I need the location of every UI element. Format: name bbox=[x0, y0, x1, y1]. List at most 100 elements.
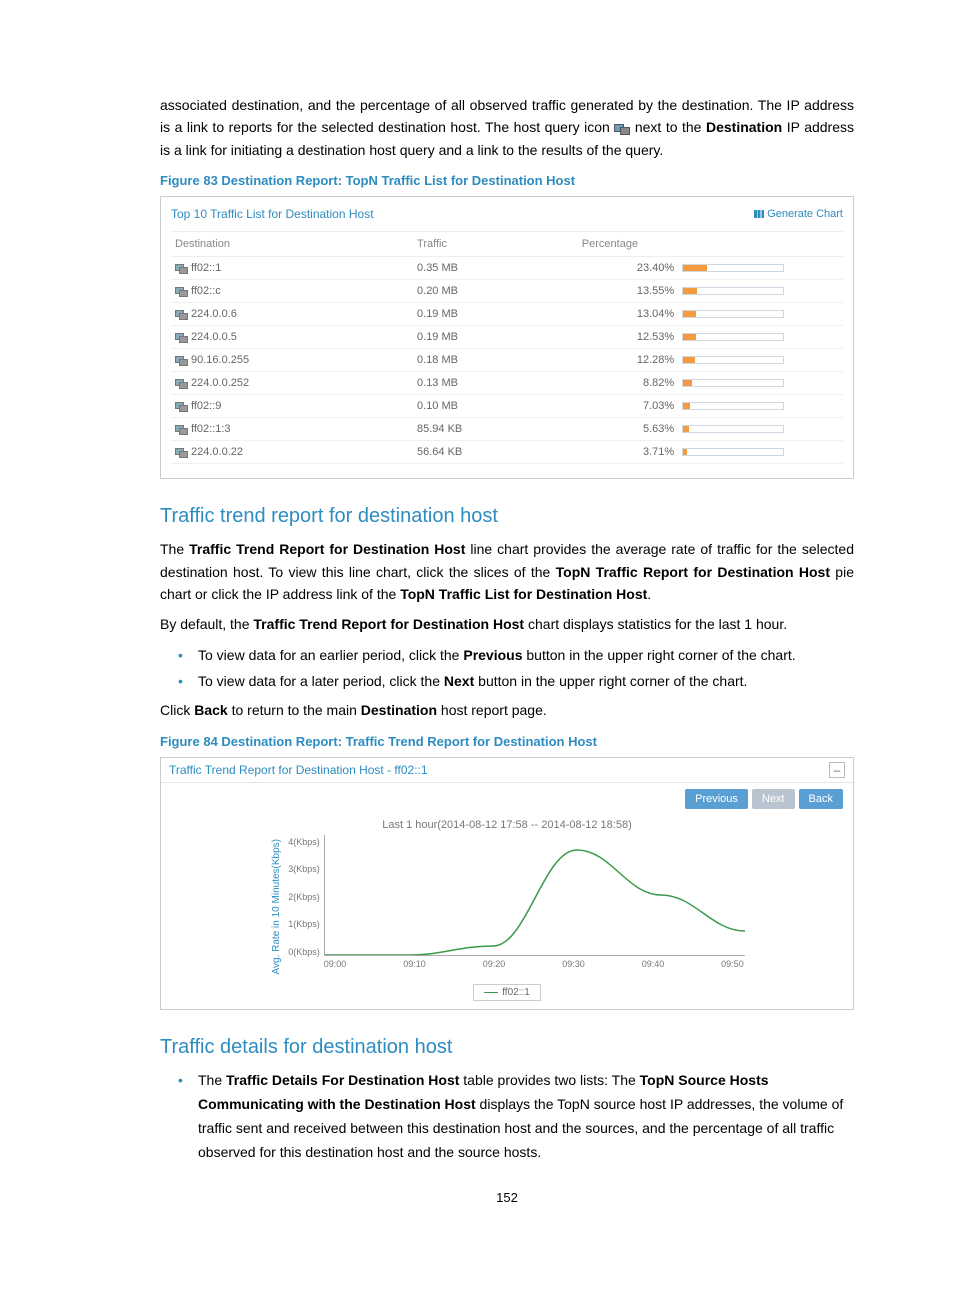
percentage-bar-cell bbox=[678, 280, 843, 303]
percentage-bar-track bbox=[682, 287, 784, 295]
table-row: 224.0.0.50.19 MB12.53% bbox=[171, 326, 843, 349]
traffic-cell: 0.19 MB bbox=[413, 326, 578, 349]
host-query-icon[interactable] bbox=[175, 402, 187, 411]
traffic-cell: 0.18 MB bbox=[413, 349, 578, 372]
host-query-icon[interactable] bbox=[175, 310, 187, 319]
destination-cell[interactable]: ff02::1 bbox=[171, 257, 413, 280]
chart-icon bbox=[754, 210, 764, 218]
percentage-bar-cell bbox=[678, 349, 843, 372]
destination-link[interactable]: 90.16.0.255 bbox=[191, 354, 249, 366]
percentage-bar-cell bbox=[678, 395, 843, 418]
ytick: 3(Kbps) bbox=[288, 864, 320, 874]
percentage-cell: 7.03% bbox=[578, 395, 678, 418]
destination-link[interactable]: 224.0.0.252 bbox=[191, 377, 249, 389]
destination-cell[interactable]: ff02::1:3 bbox=[171, 418, 413, 441]
destination-cell[interactable]: 90.16.0.255 bbox=[171, 349, 413, 372]
collapse-icon[interactable]: – bbox=[829, 762, 845, 778]
percentage-bar-track bbox=[682, 264, 784, 272]
percentage-bar-cell bbox=[678, 257, 843, 280]
percentage-bar-fill bbox=[683, 288, 697, 294]
generate-chart-link[interactable]: Generate Chart bbox=[754, 208, 843, 220]
traffic-cell: 56.64 KB bbox=[413, 441, 578, 464]
table-row: 224.0.0.252 0.13 MB8.82% bbox=[171, 372, 843, 395]
xtick: 09:50 bbox=[721, 959, 744, 969]
table-row: ff02::c0.20 MB13.55% bbox=[171, 280, 843, 303]
percentage-bar-track bbox=[682, 310, 784, 318]
traffic-cell: 0.13 MB bbox=[413, 372, 578, 395]
intro-bold-destination: Destination bbox=[706, 119, 782, 135]
percentage-bar-track bbox=[682, 425, 784, 433]
host-query-icon bbox=[614, 124, 630, 134]
heading-traffic-trend: Traffic trend report for destination hos… bbox=[160, 505, 854, 528]
table-row: ff02::1 0.35 MB23.40% bbox=[171, 257, 843, 280]
percentage-cell: 12.28% bbox=[578, 349, 678, 372]
table-row: 224.0.0.2256.64 KB3.71% bbox=[171, 441, 843, 464]
percentage-bar-track bbox=[682, 402, 784, 410]
table-row: ff02::1:385.94 KB5.63% bbox=[171, 418, 843, 441]
host-query-icon[interactable] bbox=[175, 448, 187, 457]
host-query-icon[interactable] bbox=[175, 264, 187, 273]
traffic-cell: 0.35 MB bbox=[413, 257, 578, 280]
traffic-list-table: Destination Traffic Percentage ff02::10.… bbox=[171, 231, 843, 464]
traffic-cell: 0.10 MB bbox=[413, 395, 578, 418]
chart-line bbox=[325, 835, 745, 955]
figure-84-panel: Traffic Trend Report for Destination Hos… bbox=[160, 757, 854, 1010]
col-percentage[interactable]: Percentage bbox=[578, 232, 678, 257]
destination-cell[interactable]: 224.0.0.6 bbox=[171, 303, 413, 326]
percentage-bar-fill bbox=[683, 380, 692, 386]
back-button[interactable]: Back bbox=[799, 789, 843, 809]
intro-paragraph: associated destination, and the percenta… bbox=[160, 94, 854, 161]
destination-link[interactable]: ff02::1:3 bbox=[191, 423, 231, 435]
host-query-icon[interactable] bbox=[175, 333, 187, 342]
destination-cell[interactable]: 224.0.0.5 bbox=[171, 326, 413, 349]
table-row: ff02::9 0.10 MB7.03% bbox=[171, 395, 843, 418]
figure-83-caption: Figure 83 Destination Report: TopN Traff… bbox=[160, 173, 854, 188]
col-destination[interactable]: Destination bbox=[171, 232, 413, 257]
destination-link[interactable]: ff02::c bbox=[191, 285, 221, 297]
percentage-bar-track bbox=[682, 448, 784, 456]
percentage-cell: 5.63% bbox=[578, 418, 678, 441]
percentage-bar-track bbox=[682, 356, 784, 364]
percentage-cell: 13.55% bbox=[578, 280, 678, 303]
host-query-icon[interactable] bbox=[175, 425, 187, 434]
destination-link[interactable]: 224.0.0.5 bbox=[191, 331, 237, 343]
trend-bullet-next: To view data for a later period, click t… bbox=[178, 670, 854, 694]
host-query-icon[interactable] bbox=[175, 356, 187, 365]
percentage-bar-fill bbox=[683, 311, 696, 317]
chart-plot-area bbox=[324, 835, 745, 956]
traffic-cell: 0.19 MB bbox=[413, 303, 578, 326]
destination-link[interactable]: ff02::9 bbox=[191, 400, 221, 412]
destination-cell[interactable]: ff02::c bbox=[171, 280, 413, 303]
previous-button[interactable]: Previous bbox=[685, 789, 748, 809]
percentage-bar-fill bbox=[683, 426, 689, 432]
percentage-cell: 8.82% bbox=[578, 372, 678, 395]
chart-xaxis: 09:0009:1009:2009:3009:4009:50 bbox=[324, 956, 744, 969]
ytick: 0(Kbps) bbox=[288, 947, 320, 957]
percentage-cell: 23.40% bbox=[578, 257, 678, 280]
host-query-icon[interactable] bbox=[175, 287, 187, 296]
host-query-icon[interactable] bbox=[175, 379, 187, 388]
destination-cell[interactable]: 224.0.0.22 bbox=[171, 441, 413, 464]
percentage-bar-fill bbox=[683, 357, 695, 363]
figure-84-caption: Figure 84 Destination Report: Traffic Tr… bbox=[160, 734, 854, 749]
destination-cell[interactable]: 224.0.0.252 bbox=[171, 372, 413, 395]
xtick: 09:00 bbox=[324, 959, 347, 969]
col-traffic[interactable]: Traffic bbox=[413, 232, 578, 257]
destination-link[interactable]: 224.0.0.22 bbox=[191, 446, 243, 458]
table-row: 224.0.0.6 0.19 MB13.04% bbox=[171, 303, 843, 326]
chart-ylabel: Avg. Rate in 10 Minutes(Kbps) bbox=[269, 835, 284, 978]
destination-link[interactable]: ff02::1 bbox=[191, 262, 221, 274]
legend-line-icon bbox=[484, 992, 498, 993]
ytick: 1(Kbps) bbox=[288, 919, 320, 929]
percentage-bar-fill bbox=[683, 449, 687, 455]
legend-label: ff02::1 bbox=[502, 987, 530, 998]
heading-traffic-details: Traffic details for destination host bbox=[160, 1036, 854, 1059]
destination-link[interactable]: 224.0.0.6 bbox=[191, 308, 237, 320]
figure-83-panel: Top 10 Traffic List for Destination Host… bbox=[160, 196, 854, 479]
intro-text-b: next to the bbox=[635, 119, 706, 135]
trend-p1: The Traffic Trend Report for Destination… bbox=[160, 538, 854, 605]
xtick: 09:10 bbox=[403, 959, 426, 969]
next-button[interactable]: Next bbox=[752, 789, 795, 809]
destination-cell[interactable]: ff02::9 bbox=[171, 395, 413, 418]
percentage-cell: 13.04% bbox=[578, 303, 678, 326]
